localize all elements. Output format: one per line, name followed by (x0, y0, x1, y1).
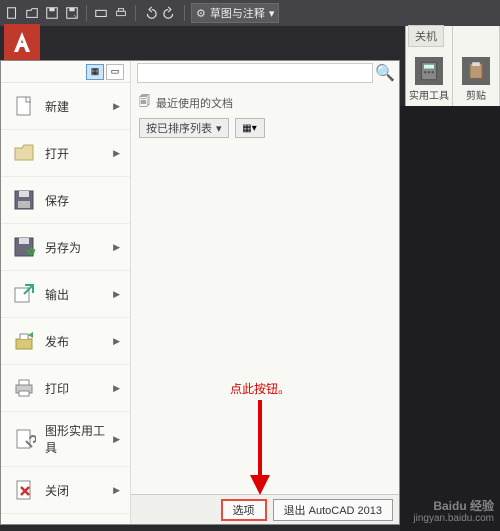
search-row: 🔍 (131, 61, 399, 85)
separator (184, 5, 185, 21)
separator (86, 5, 87, 21)
menu-item-print[interactable]: 打印 ▶ (1, 365, 130, 412)
tools-icon (11, 426, 37, 452)
export-icon (11, 281, 37, 307)
ribbon-fragment: 关机 实用工具 剪贴 (405, 26, 500, 106)
menu-item-tools[interactable]: 图形实用工具 ▶ (1, 412, 130, 467)
watermark-url: jingyan.baidu.com (413, 513, 494, 525)
recent-title-label: 最近使用的文档 (156, 95, 233, 111)
recent-controls: 按已排序列表 ▾ ▦ ▾ (139, 118, 391, 138)
recent-title: 🗐 最近使用的文档 (139, 93, 391, 112)
menu-item-label: 发布 (45, 333, 105, 350)
new-file-icon (11, 93, 37, 119)
workspace-label: 草图与注释 (210, 5, 265, 21)
close-file-icon (11, 477, 37, 503)
chevron-down-icon: ▾ (252, 123, 257, 134)
ribbon-panel-label: 剪贴 (466, 87, 486, 102)
save-icon[interactable] (44, 5, 60, 21)
menu-item-label: 打开 (45, 145, 105, 162)
open-icon[interactable] (24, 5, 40, 21)
sort-label: 按已排序列表 (146, 120, 212, 136)
saveas-icon[interactable] (64, 5, 80, 21)
redo-icon[interactable] (162, 5, 178, 21)
menu-item-label: 新建 (45, 98, 105, 115)
chevron-down-icon: ▾ (216, 122, 222, 135)
application-menu: ▦ ▭ 新建 ▶ 打开 ▶ 保存 另存为 ▶ 输出 ▶ 发布 (0, 60, 400, 525)
watermark: Baidu 经验 jingyan.baidu.com (413, 499, 494, 525)
menu-view-toggles: ▦ ▭ (1, 61, 130, 83)
undo-icon[interactable] (142, 5, 158, 21)
options-button[interactable]: 选项 (221, 499, 267, 521)
watermark-brand: Baidu 经验 (413, 499, 494, 513)
submenu-arrow-icon: ▶ (113, 101, 120, 112)
menu-item-label: 打印 (45, 380, 105, 397)
search-icon[interactable]: 🔍 (377, 65, 393, 81)
separator (135, 5, 136, 21)
tutorial-arrow-icon (248, 400, 278, 500)
menu-item-close[interactable]: 关闭 ▶ (1, 467, 130, 514)
submenu-arrow-icon: ▶ (113, 383, 120, 394)
ribbon-tab[interactable]: 关机 (408, 25, 444, 47)
calculator-icon (415, 57, 443, 85)
open-folder-icon (11, 140, 37, 166)
quick-access-toolbar: ⚙ 草图与注释 ▾ (0, 0, 500, 26)
submenu-arrow-icon: ▶ (113, 289, 120, 300)
open-docs-toggle-icon[interactable]: ▭ (106, 64, 124, 80)
menu-item-label: 图形实用工具 (45, 422, 105, 456)
printer-icon (11, 375, 37, 401)
grid-icon: ▦ (242, 123, 251, 134)
submenu-arrow-icon: ▶ (113, 336, 120, 347)
gear-icon: ⚙ (196, 7, 206, 20)
submenu-arrow-icon: ▶ (113, 434, 120, 445)
application-menu-button[interactable] (4, 24, 40, 60)
workspace-dropdown[interactable]: ⚙ 草图与注释 ▾ (191, 3, 279, 23)
save-disk-icon (11, 187, 37, 213)
menu-item-new[interactable]: 新建 ▶ (1, 83, 130, 130)
menu-item-publish[interactable]: 发布 ▶ (1, 318, 130, 365)
ribbon-panel-label: 实用工具 (409, 87, 449, 102)
exit-button[interactable]: 退出 AutoCAD 2013 (273, 499, 393, 521)
recent-toggle-icon[interactable]: ▦ (86, 64, 104, 80)
chevron-down-icon: ▾ (269, 7, 275, 20)
submenu-arrow-icon: ▶ (113, 148, 120, 159)
sort-dropdown[interactable]: 按已排序列表 ▾ (139, 118, 229, 138)
drawing-canvas[interactable] (400, 106, 500, 531)
menu-item-label: 保存 (45, 192, 120, 209)
clipboard-icon (462, 57, 490, 85)
app-menu-left: ▦ ▭ 新建 ▶ 打开 ▶ 保存 另存为 ▶ 输出 ▶ 发布 (1, 61, 131, 524)
menu-item-label: 关闭 (45, 482, 105, 499)
ribbon-panel-clipboard[interactable]: 剪贴 (453, 26, 500, 106)
new-icon[interactable] (4, 5, 20, 21)
print-icon[interactable] (113, 5, 129, 21)
menu-item-label: 另存为 (45, 239, 105, 256)
search-input[interactable] (137, 63, 373, 83)
tutorial-annotation: 点此按钮。 (230, 380, 290, 397)
menu-item-label: 输出 (45, 286, 105, 303)
menu-item-save[interactable]: 保存 (1, 177, 130, 224)
menu-item-open[interactable]: 打开 ▶ (1, 130, 130, 177)
documents-icon: 🗐 (139, 93, 150, 112)
submenu-arrow-icon: ▶ (113, 485, 120, 496)
menu-item-export[interactable]: 输出 ▶ (1, 271, 130, 318)
view-mode-button[interactable]: ▦ ▾ (235, 118, 265, 138)
publish-icon (11, 328, 37, 354)
submenu-arrow-icon: ▶ (113, 242, 120, 253)
saveas-disk-icon (11, 234, 37, 260)
plot-icon[interactable] (93, 5, 109, 21)
menu-item-saveas[interactable]: 另存为 ▶ (1, 224, 130, 271)
